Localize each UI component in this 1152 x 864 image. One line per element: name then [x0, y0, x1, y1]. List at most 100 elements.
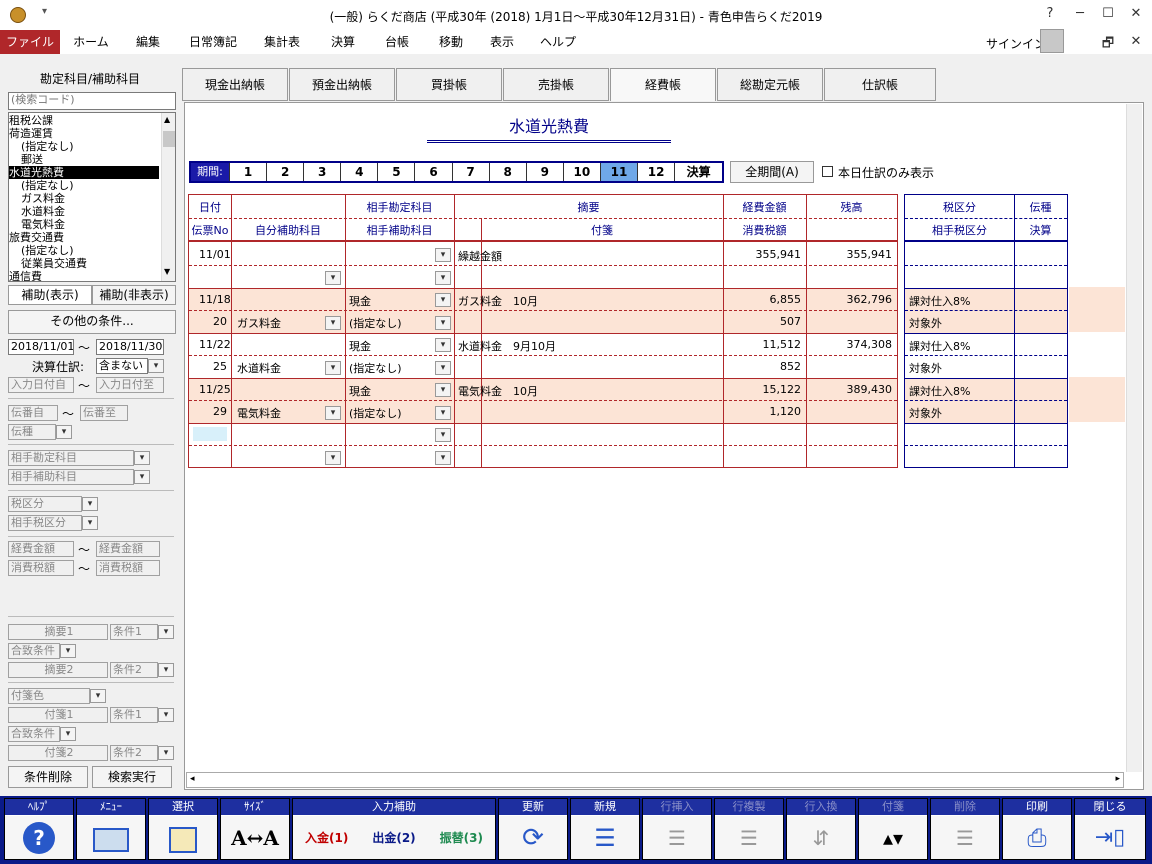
active-cell[interactable]	[193, 427, 227, 441]
fusen-color-select[interactable]: 付箋色	[8, 688, 90, 704]
menu-move[interactable]: 移動	[426, 30, 476, 54]
account-list[interactable]: ▲ ▼ 租税公課 荷造運賃 (指定なし) 郵送 水道光熱費 (指定なし) ガス料…	[8, 112, 176, 282]
tab-receivables[interactable]: 売掛帳	[503, 68, 609, 101]
account-item[interactable]: 水道料金	[9, 205, 159, 218]
chevron-down-icon[interactable]: ▾	[435, 271, 451, 285]
update-button[interactable]: 更新 ⟳	[498, 798, 568, 860]
period-cell[interactable]: 12	[637, 163, 674, 181]
period-cell[interactable]: 5	[377, 163, 414, 181]
fusen-joken1-select[interactable]: 条件1	[110, 707, 158, 723]
chevron-down-icon[interactable]: ▾	[134, 470, 150, 484]
tab-deposit-book[interactable]: 預金出納帳	[289, 68, 395, 101]
chevron-down-icon[interactable]: ▾	[325, 271, 341, 285]
scroll-right-icon[interactable]: ▸	[1115, 774, 1120, 784]
account-item[interactable]: (指定なし)	[9, 140, 159, 153]
row-aite-kamoku[interactable]: 現金	[349, 293, 371, 309]
row-aite-hojo[interactable]: (指定なし)	[349, 405, 402, 421]
menu-home[interactable]: ホーム	[66, 30, 116, 54]
input-date-from-field[interactable]: 入力日付自	[8, 377, 74, 393]
account-item[interactable]: ガス料金	[9, 192, 159, 205]
row-date[interactable]: 11/01	[199, 248, 231, 261]
row-self-hojo[interactable]: ガス料金	[237, 315, 281, 331]
menu-file[interactable]: ファイル	[0, 30, 60, 54]
gatchi1-select[interactable]: 合致条件	[8, 643, 60, 659]
shohizei-from-field[interactable]: 消費税額	[8, 560, 74, 576]
menu-daily-bookkeeping[interactable]: 日常簿記	[180, 30, 246, 54]
chevron-down-icon[interactable]: ▾	[82, 516, 98, 530]
row-zeikubun[interactable]: 課対仕入8%	[909, 293, 970, 309]
row-aite-zeikubun[interactable]: 対象外	[909, 405, 942, 421]
joken2-select[interactable]: 条件2	[110, 662, 158, 678]
chevron-down-icon[interactable]: ▾	[134, 451, 150, 465]
tekiyo2-field[interactable]: 摘要2	[8, 662, 108, 678]
menu-ledger[interactable]: 台帳	[372, 30, 422, 54]
search-code-input[interactable]: (検索コード)	[8, 92, 176, 110]
tab-general-ledger[interactable]: 総勘定元帳	[717, 68, 823, 101]
row-denpyo-no[interactable]: 29	[189, 405, 227, 418]
row-aite-kamoku[interactable]: 現金	[349, 383, 371, 399]
chevron-down-icon[interactable]: ▾	[158, 663, 174, 677]
row-self-hojo[interactable]: 水道料金	[237, 360, 281, 376]
chevron-down-icon[interactable]: ▾	[325, 361, 341, 375]
shukkin-button[interactable]: 出金(2)	[372, 816, 415, 859]
period-cell[interactable]: 1	[229, 163, 266, 181]
zeikubun-select[interactable]: 税区分	[8, 496, 82, 512]
period-cell-selected[interactable]: 11	[599, 163, 638, 181]
fusen2-field[interactable]: 付箋2	[8, 745, 108, 761]
horizontal-scrollbar[interactable]: ◂ ▸	[186, 772, 1124, 788]
menu-edit[interactable]: 編集	[124, 30, 172, 54]
row-zeikubun[interactable]: 課対仕入8%	[909, 338, 970, 354]
row-date[interactable]: 11/22	[199, 338, 231, 351]
scroll-down-icon[interactable]: ▼	[164, 267, 170, 276]
scroll-up-icon[interactable]: ▲	[164, 115, 170, 124]
account-item[interactable]: (指定なし)	[9, 179, 159, 192]
chevron-down-icon[interactable]: ▾	[435, 293, 451, 307]
account-item-selected[interactable]: 水道光熱費	[9, 166, 159, 179]
row-aite-zeikubun[interactable]: 対象外	[909, 315, 942, 331]
avatar[interactable]	[1040, 29, 1064, 53]
chevron-down-icon[interactable]: ▾	[325, 406, 341, 420]
other-conditions-button[interactable]: その他の条件...	[8, 310, 176, 334]
scroll-thumb[interactable]	[163, 131, 175, 147]
chevron-down-icon[interactable]: ▾	[325, 451, 341, 465]
period-cell[interactable]: 6	[414, 163, 451, 181]
tab-cash-book[interactable]: 現金出納帳	[182, 68, 288, 101]
chevron-down-icon[interactable]: ▾	[435, 383, 451, 397]
row-insert-button[interactable]: 行挿入 ☰	[642, 798, 712, 860]
date-from-field[interactable]: 2018/11/01	[8, 339, 74, 355]
tab-expense-book[interactable]: 経費帳	[610, 68, 716, 101]
date-to-field[interactable]: 2018/11/30	[96, 339, 164, 355]
aite-zeikubun-select[interactable]: 相手税区分	[8, 515, 82, 531]
search-execute-button[interactable]: 検索実行	[92, 766, 172, 788]
period-cell[interactable]: 4	[340, 163, 377, 181]
nyukin-button[interactable]: 入金(1)	[305, 816, 348, 859]
keihi-from-field[interactable]: 経費金額	[8, 541, 74, 557]
new-button[interactable]: 新規 ☰	[570, 798, 640, 860]
today-only-checkbox[interactable]	[822, 166, 833, 177]
chevron-down-icon[interactable]: ▾	[435, 338, 451, 352]
account-list-scrollbar[interactable]: ▲ ▼	[161, 113, 175, 281]
account-item[interactable]: 荷造運賃	[9, 127, 159, 140]
help-button[interactable]: ﾍﾙﾌﾟ ?	[4, 798, 74, 860]
period-cell[interactable]: 8	[488, 163, 526, 181]
all-period-button[interactable]: 全期間(A)	[730, 161, 814, 183]
menu-summary[interactable]: 集計表	[254, 30, 310, 54]
maximize-button[interactable]: ☐	[1098, 6, 1118, 21]
help-icon[interactable]: ?	[1040, 6, 1060, 21]
chevron-down-icon[interactable]: ▾	[435, 361, 451, 375]
row-aite-kamoku[interactable]: 現金	[349, 338, 371, 354]
row-tekiyo[interactable]: 電気料金 10月	[458, 383, 538, 399]
fusen-gatchi-select[interactable]: 合致条件	[8, 726, 60, 742]
account-item[interactable]: 郵送	[9, 153, 159, 166]
tab-journal[interactable]: 仕訳帳	[824, 68, 936, 101]
period-cell[interactable]: 10	[562, 163, 600, 181]
row-swap-button[interactable]: 行入換 ⇵	[786, 798, 856, 860]
tab-hojo-hide[interactable]: 補助(非表示)	[92, 285, 176, 305]
denban-to-field[interactable]: 伝番至	[80, 405, 128, 421]
clear-conditions-button[interactable]: 条件削除	[8, 766, 88, 788]
account-item[interactable]: 旅費交通費	[9, 231, 159, 244]
aite-kamoku-select[interactable]: 相手勘定科目	[8, 450, 134, 466]
row-date[interactable]: 11/18	[199, 293, 231, 306]
row-denpyo-no[interactable]: 20	[189, 315, 227, 328]
row-tekiyo[interactable]: 繰越金額	[458, 248, 502, 264]
